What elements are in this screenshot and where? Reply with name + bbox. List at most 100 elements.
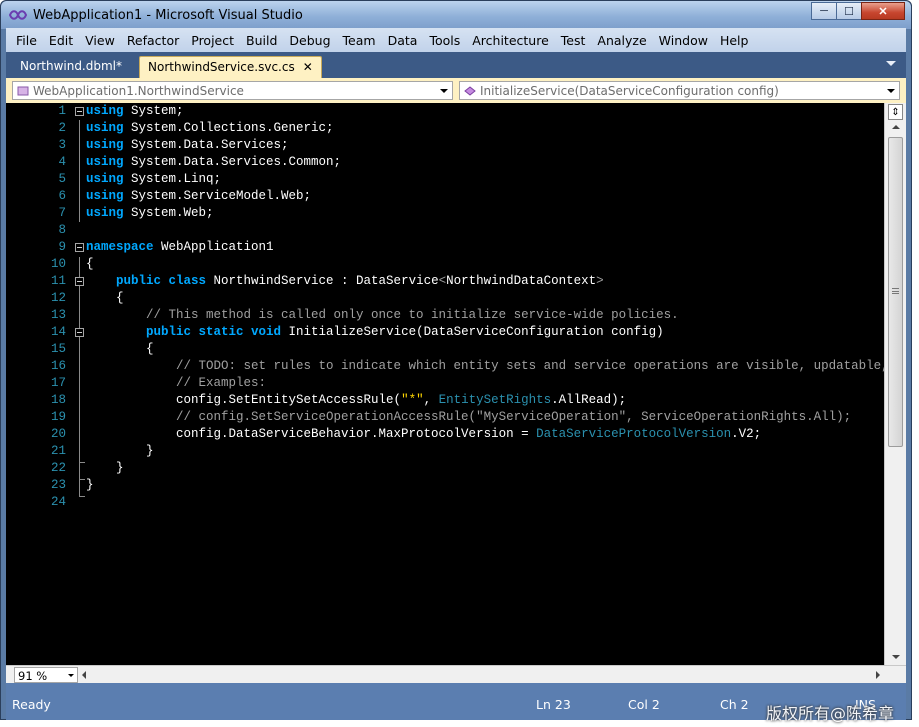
comment: // TODO: set rules to indicate which ent… xyxy=(86,359,884,373)
maximize-button[interactable]: ☐ xyxy=(836,2,862,20)
class-icon xyxy=(17,86,29,96)
code-line: 14 public static void InitializeService(… xyxy=(6,324,884,341)
vertical-scrollbar[interactable]: ⇕ xyxy=(884,103,906,665)
method-icon xyxy=(464,86,476,96)
scroll-right-icon[interactable] xyxy=(876,671,880,679)
menu-file[interactable]: File xyxy=(10,33,43,48)
menu-test[interactable]: Test xyxy=(555,33,592,48)
code-line: 10 { xyxy=(6,256,884,273)
code-text: } xyxy=(86,461,124,475)
tab-northwind-dbml[interactable]: Northwind.dbml* xyxy=(12,56,130,78)
collapse-icon[interactable] xyxy=(75,328,84,337)
scroll-left-icon[interactable] xyxy=(82,671,86,679)
code-line: 21 } xyxy=(6,443,884,460)
keyword: using xyxy=(86,104,124,118)
menu-help[interactable]: Help xyxy=(714,33,755,48)
code-text: System.Web; xyxy=(123,206,214,220)
menu-project[interactable]: Project xyxy=(185,33,240,48)
horizontal-scrollbar: 91 % xyxy=(6,665,906,683)
document-tab-strip: Northwind.dbml* NorthwindService.svc.cs ✕ xyxy=(6,52,906,78)
line-number: 17 xyxy=(50,376,66,390)
menu-tools[interactable]: Tools xyxy=(423,33,466,48)
caption-buttons: ─ ☐ ✕ xyxy=(811,2,905,20)
code-text: { xyxy=(86,291,124,305)
keyword: using xyxy=(86,121,124,135)
line-number: 15 xyxy=(50,342,66,356)
line-number: 6 xyxy=(58,189,66,203)
code-line: 15 { xyxy=(6,341,884,358)
code-line: 2 using System.Collections.Generic; xyxy=(6,120,884,137)
type-name: DataServiceProtocolVersion xyxy=(536,427,732,441)
status-char: Ch 2 xyxy=(720,697,749,712)
collapse-icon[interactable] xyxy=(75,277,84,286)
line-number: 24 xyxy=(50,495,66,509)
code-text: System.ServiceModel.Web; xyxy=(123,189,312,203)
watermark: 版权所有@陈希章 xyxy=(766,704,895,723)
menu-data[interactable]: Data xyxy=(382,33,424,48)
scroll-down-icon[interactable] xyxy=(892,655,900,659)
line-number: 7 xyxy=(58,206,66,220)
code-editor[interactable]: 1 using System; 2 using System.Collections… xyxy=(6,103,884,665)
keyword: using xyxy=(86,172,124,186)
split-window-icon[interactable]: ⇕ xyxy=(888,104,903,120)
line-number: 11 xyxy=(50,274,66,288)
keyword: using xyxy=(86,189,124,203)
collapse-icon[interactable] xyxy=(75,243,84,252)
status-column: Col 2 xyxy=(628,697,660,712)
line-number: 12 xyxy=(50,291,66,305)
menu-team[interactable]: Team xyxy=(337,33,382,48)
minimize-button[interactable]: ─ xyxy=(811,2,837,20)
code-line: 22 } xyxy=(6,460,884,477)
visual-studio-logo-icon xyxy=(9,10,27,20)
chevron-down-icon xyxy=(68,674,74,677)
code-line: 23} xyxy=(6,477,884,494)
scroll-thumb[interactable] xyxy=(888,137,903,447)
menu-refactor[interactable]: Refactor xyxy=(121,33,185,48)
menu-analyze[interactable]: Analyze xyxy=(591,33,652,48)
code-text: } xyxy=(86,478,94,492)
keyword: public static void xyxy=(86,325,282,339)
line-number: 3 xyxy=(58,138,66,152)
code-text: NorthwindService : DataService xyxy=(206,274,439,288)
menu-window[interactable]: Window xyxy=(653,33,714,48)
code-text: config.SetEntitySetAccessRule( xyxy=(86,393,402,407)
tab-label: Northwind.dbml* xyxy=(20,59,123,73)
code-text: < xyxy=(438,274,447,288)
code-text: .V2; xyxy=(731,427,762,441)
navigation-bar: WebApplication1.NorthwindService Initial… xyxy=(6,78,906,103)
menu-debug[interactable]: Debug xyxy=(283,33,336,48)
status-text: Ready xyxy=(12,697,51,712)
status-line: Ln 23 xyxy=(536,697,571,712)
keyword: using xyxy=(86,155,124,169)
line-number: 14 xyxy=(50,325,66,339)
window-title: WebApplication1 - Microsoft Visual Studi… xyxy=(33,8,303,23)
line-number: 1 xyxy=(58,104,66,118)
menu-edit[interactable]: Edit xyxy=(43,33,79,48)
code-text: WebApplication1 xyxy=(153,240,274,254)
code-text: , xyxy=(423,393,439,407)
menu-view[interactable]: View xyxy=(79,33,121,48)
code-line: 8 xyxy=(6,222,884,239)
keyword: using xyxy=(86,206,124,220)
code-text: System; xyxy=(123,104,184,118)
member-dropdown[interactable]: InitializeService(DataServiceConfigurati… xyxy=(459,81,900,100)
title-bar[interactable]: WebApplication1 - Microsoft Visual Studi… xyxy=(1,1,911,29)
type-dropdown-value: WebApplication1.NorthwindService xyxy=(33,84,244,98)
menu-build[interactable]: Build xyxy=(240,33,283,48)
scroll-up-icon[interactable] xyxy=(892,125,900,129)
collapse-icon[interactable] xyxy=(75,107,84,116)
code-line: 13 // This method is called only once to… xyxy=(6,307,884,324)
close-tab-icon[interactable]: ✕ xyxy=(303,60,313,74)
close-window-button[interactable]: ✕ xyxy=(861,2,905,20)
tab-northwindservice-svc-cs[interactable]: NorthwindService.svc.cs ✕ xyxy=(139,56,322,78)
code-line: 19 // config.SetServiceOperationAccessRu… xyxy=(6,409,884,426)
grip-icon xyxy=(892,288,899,294)
code-text: config.DataServiceBehavior.MaxProtocolVe… xyxy=(86,427,537,441)
type-dropdown[interactable]: WebApplication1.NorthwindService xyxy=(12,81,453,100)
menu-architecture[interactable]: Architecture xyxy=(466,33,555,48)
zoom-dropdown[interactable]: 91 % xyxy=(14,667,78,683)
code-text: .AllRead); xyxy=(551,393,627,407)
tab-list-dropdown-icon[interactable] xyxy=(886,61,896,66)
line-number: 5 xyxy=(58,172,66,186)
code-line: 3 using System.Data.Services; xyxy=(6,137,884,154)
